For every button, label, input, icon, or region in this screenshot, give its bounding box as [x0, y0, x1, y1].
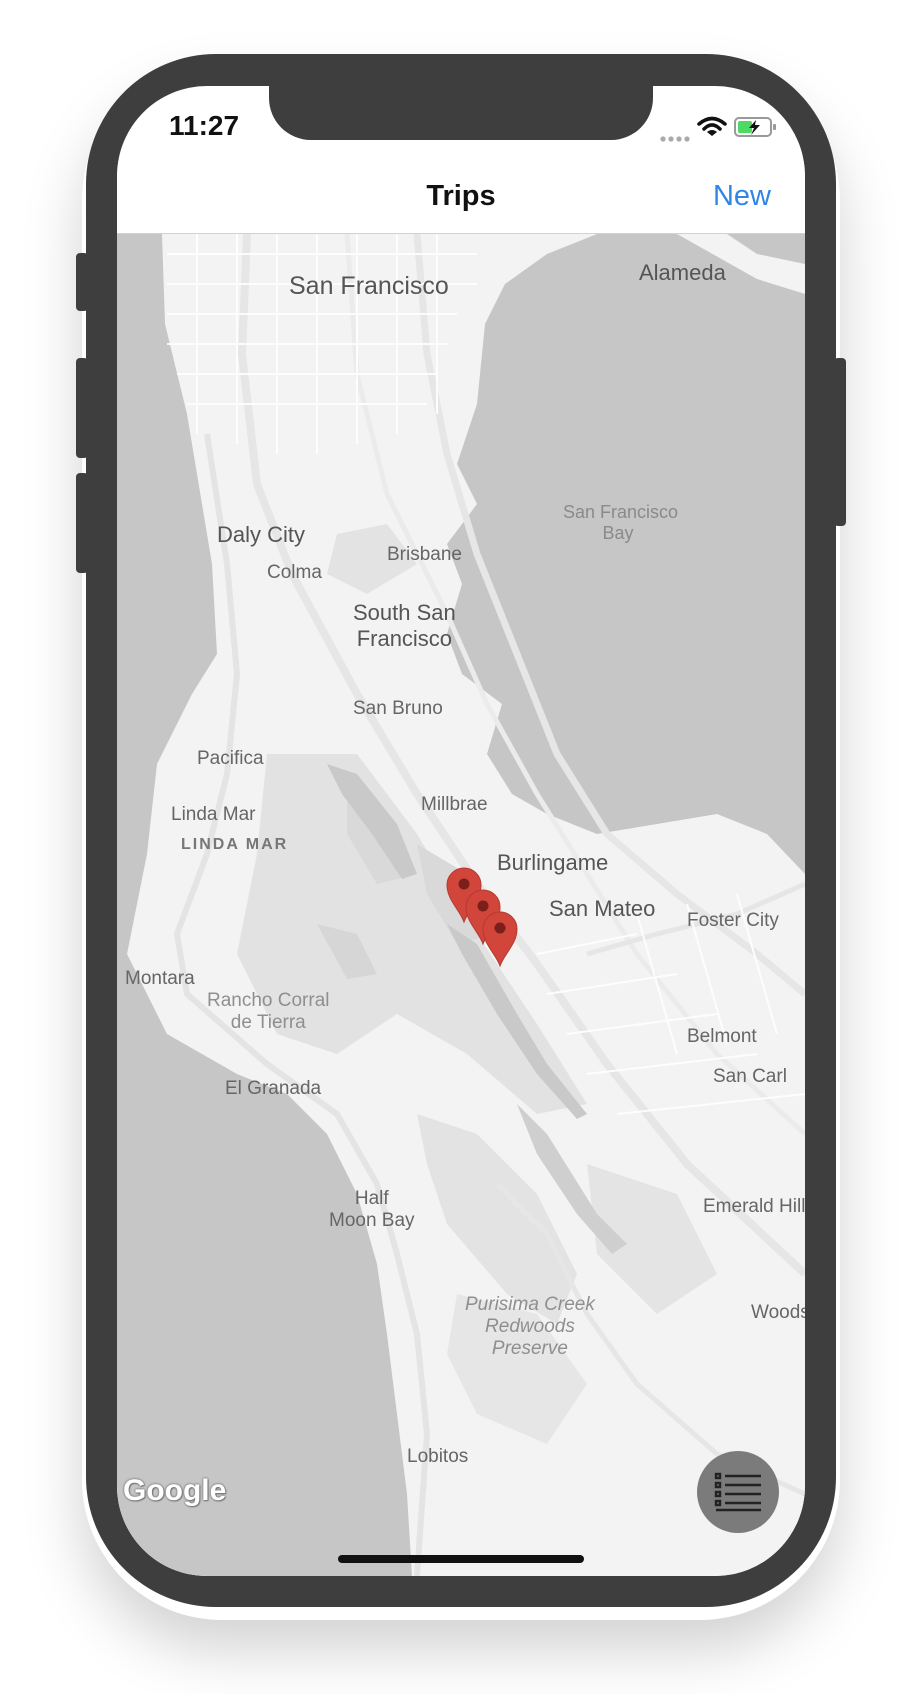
- notch: [269, 86, 653, 140]
- map-view[interactable]: San Francisco Alameda San Francisco Bay …: [117, 234, 805, 1576]
- map-label-sf-bay-line2: Bay: [602, 523, 634, 543]
- map-label-rancho-line2: de Tierra: [230, 1012, 306, 1033]
- status-time: 11:27: [169, 110, 240, 141]
- map-label-el-granada: El Granada: [225, 1078, 322, 1099]
- wifi-icon: [697, 116, 727, 143]
- volume-down-button: [76, 473, 88, 573]
- map-pin-icon: [482, 911, 518, 968]
- map-label-linda-mar-district: LINDA MAR: [181, 836, 289, 853]
- map-label-half-moon-bay: Half Moon Bay: [329, 1188, 415, 1232]
- map-label-half-moon-line1: Half: [354, 1188, 389, 1209]
- map-label-purisima-line3: Preserve: [491, 1338, 568, 1359]
- power-button: [834, 358, 846, 526]
- cellular-signal-icon: [660, 130, 692, 148]
- map-label-pacifica: Pacifica: [197, 748, 264, 769]
- map-label-san-mateo: San Mateo: [549, 896, 656, 921]
- map-label-san-carlos: San Carl: [713, 1066, 787, 1087]
- map-label-burlingame: Burlingame: [497, 850, 609, 875]
- map-label-linda-mar: Linda Mar: [171, 804, 256, 825]
- map-label-south-sf-line2: Francisco: [356, 626, 453, 651]
- map-label-millbrae: Millbrae: [421, 794, 488, 815]
- map-label-half-moon-line2: Moon Bay: [329, 1210, 415, 1231]
- list-icon: [714, 1472, 761, 1512]
- map-label-foster-city: Foster City: [687, 910, 779, 931]
- map-label-emerald-hills: Emerald Hill: [703, 1196, 805, 1217]
- map-label-rancho-corral: Rancho Corral de Tierra: [207, 990, 330, 1034]
- map-label-woodside: Woods: [751, 1302, 805, 1323]
- map-label-montara: Montara: [125, 968, 195, 989]
- map-label-purisima-line1: Purisima Creek: [465, 1294, 595, 1315]
- navigation-bar: Trips New: [117, 160, 805, 234]
- map-label-daly-city: Daly City: [217, 522, 306, 547]
- map-label-purisima-line2: Redwoods: [485, 1316, 575, 1337]
- trip-marker[interactable]: [481, 910, 519, 968]
- map-label-purisima-creek: Purisima Creek Redwoods Preserve: [465, 1294, 595, 1360]
- home-indicator[interactable]: [338, 1555, 584, 1563]
- page-title: Trips: [426, 180, 496, 212]
- map-label-belmont: Belmont: [687, 1026, 757, 1047]
- map-label-san-bruno: San Bruno: [353, 698, 443, 719]
- trip-list-button[interactable]: [697, 1451, 779, 1533]
- map-label-rancho-line1: Rancho Corral: [207, 990, 330, 1011]
- volume-up-button: [76, 358, 88, 458]
- map-label-sf-bay-line1: San Francisco: [563, 502, 679, 522]
- map-label-south-sf-line1: South San: [353, 600, 456, 625]
- screen: 11:27 Trips New San Francisco Alameda Sa…: [117, 86, 805, 1576]
- map-label-brisbane: Brisbane: [387, 544, 462, 565]
- new-trip-button[interactable]: New: [713, 180, 771, 213]
- map-label-alameda: Alameda: [639, 260, 726, 285]
- map-label-san-francisco: San Francisco: [289, 272, 449, 300]
- battery-charging-icon: [734, 116, 778, 143]
- map-label-colma: Colma: [267, 562, 322, 583]
- map-label-lobitos: Lobitos: [407, 1446, 469, 1467]
- map-label-south-sf: South San Francisco: [353, 600, 456, 652]
- map-label-sf-bay: San Francisco Bay: [563, 502, 678, 544]
- mute-switch: [76, 253, 88, 311]
- google-logo: Google: [123, 1474, 227, 1507]
